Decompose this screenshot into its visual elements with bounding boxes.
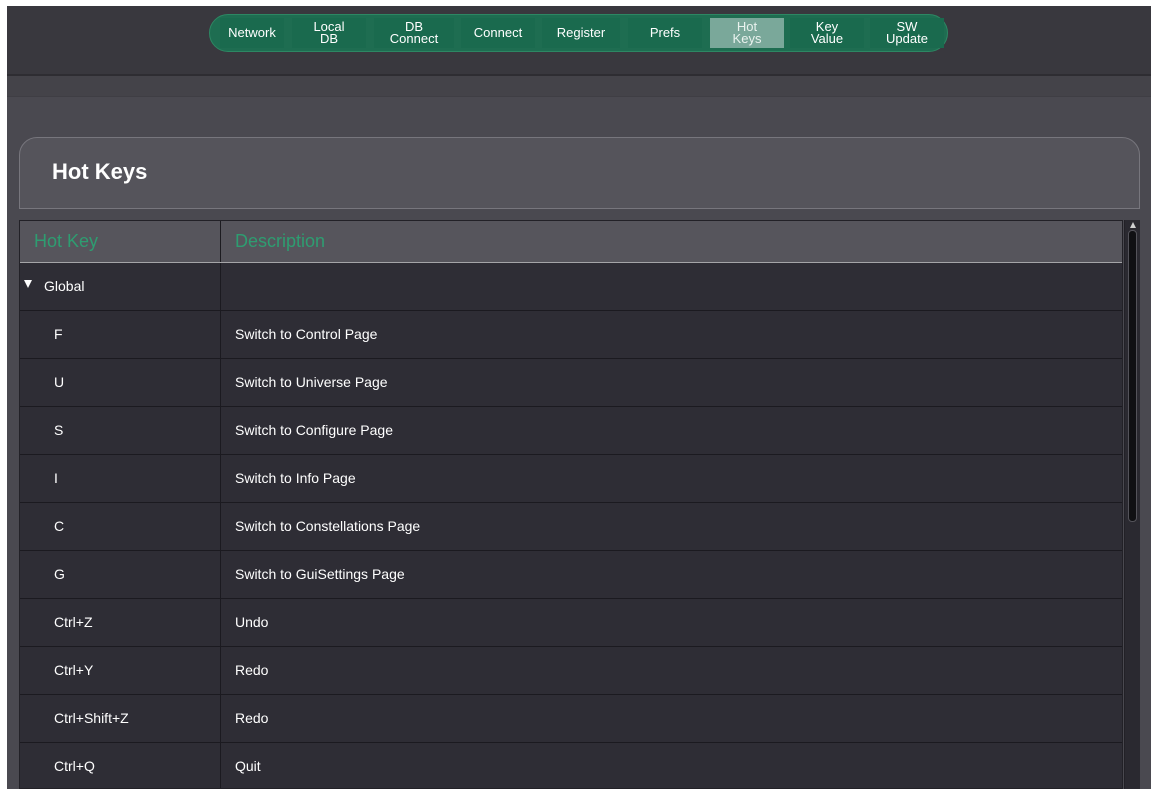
table-header: Hot Key Description xyxy=(20,221,1122,263)
hotkey-cell: U xyxy=(20,359,221,406)
hotkey-cell: S xyxy=(20,407,221,454)
table-row[interactable]: U Switch to Universe Page xyxy=(20,359,1122,407)
column-header-description[interactable]: Description xyxy=(221,221,1122,262)
tab-strip: Network Local DB DB Connect Connect Regi… xyxy=(209,14,948,52)
top-navigation-bar: Network Local DB DB Connect Connect Regi… xyxy=(7,6,1151,76)
description-cell: Undo xyxy=(235,614,269,630)
group-description-cell xyxy=(221,263,1122,310)
table-row[interactable]: I Switch to Info Page xyxy=(20,455,1122,503)
hotkey-cell: Ctrl+Q xyxy=(20,743,221,788)
group-row-global[interactable]: Global xyxy=(20,263,1122,311)
table-row[interactable]: Ctrl+Y Redo xyxy=(20,647,1122,695)
table-row[interactable]: G Switch to GuiSettings Page xyxy=(20,551,1122,599)
description-cell: Switch to Control Page xyxy=(235,326,378,342)
sub-toolbar xyxy=(7,76,1151,97)
description-cell: Switch to Constellations Page xyxy=(235,518,421,534)
description-cell: Switch to GuiSettings Page xyxy=(235,566,405,582)
hotkey-cell: G xyxy=(20,551,221,598)
table-row[interactable]: C Switch to Constellations Page xyxy=(20,503,1122,551)
description-cell: Redo xyxy=(235,662,269,678)
app-window: Network Local DB DB Connect Connect Regi… xyxy=(7,6,1151,789)
hotkey-cell: Ctrl+Shift+Z xyxy=(20,695,221,742)
scroll-up-arrow-icon[interactable] xyxy=(1130,222,1136,228)
group-key-cell: Global xyxy=(20,263,221,310)
description-cell: Switch to Configure Page xyxy=(235,422,393,438)
description-cell: Quit xyxy=(235,758,261,774)
tab-sw-update[interactable]: SW Update xyxy=(870,18,944,48)
tab-connect[interactable]: Connect xyxy=(461,18,535,48)
table-row[interactable]: S Switch to Configure Page xyxy=(20,407,1122,455)
hotkey-cell: I xyxy=(20,455,221,502)
table-row[interactable]: Ctrl+Q Quit xyxy=(20,743,1122,788)
hotkeys-table: Hot Key Description Global F Switch to C… xyxy=(19,220,1123,789)
description-cell: Switch to Info Page xyxy=(235,470,356,486)
tab-db-connect[interactable]: DB Connect xyxy=(374,18,454,48)
panel-header: Hot Keys xyxy=(19,137,1140,209)
scrollbar-thumb[interactable] xyxy=(1128,230,1137,522)
tab-hot-keys[interactable]: Hot Keys xyxy=(710,18,784,48)
table-row[interactable]: Ctrl+Z Undo xyxy=(20,599,1122,647)
column-header-hot-key[interactable]: Hot Key xyxy=(20,221,221,262)
expand-triangle-icon[interactable] xyxy=(24,280,32,288)
vertical-scrollbar[interactable] xyxy=(1124,220,1140,789)
table-row[interactable]: F Switch to Control Page xyxy=(20,311,1122,359)
hotkey-cell: F xyxy=(20,311,221,358)
tab-network[interactable]: Network xyxy=(220,18,284,48)
description-cell: Switch to Universe Page xyxy=(235,374,388,390)
hotkey-cell: Ctrl+Y xyxy=(20,647,221,694)
group-label: Global xyxy=(44,278,85,294)
hotkey-cell: C xyxy=(20,503,221,550)
description-cell: Redo xyxy=(235,710,269,726)
hotkey-cell: Ctrl+Z xyxy=(20,599,221,646)
tab-register[interactable]: Register xyxy=(542,18,620,48)
tab-prefs[interactable]: Prefs xyxy=(628,18,702,48)
tab-key-value[interactable]: Key Value xyxy=(790,18,864,48)
table-row[interactable]: Ctrl+Shift+Z Redo xyxy=(20,695,1122,743)
tab-local-db[interactable]: Local DB xyxy=(292,18,366,48)
page-title: Hot Keys xyxy=(52,159,148,184)
